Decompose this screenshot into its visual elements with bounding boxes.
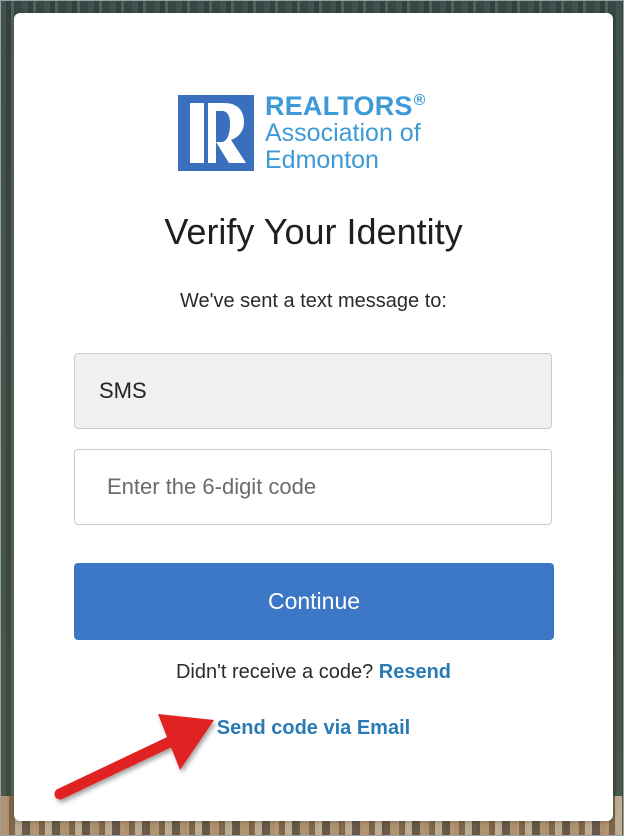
page-subtitle: We've sent a text message to: (180, 290, 447, 312)
logo-realtors-word: REALTORS (265, 91, 413, 121)
logo-text: REALTORS ® Association of Edmonton (265, 93, 426, 174)
resend-prompt: Didn't receive a code? (175, 661, 374, 683)
logo-line-realtors: REALTORS ® (265, 93, 426, 120)
logo-line-edmonton: Edmonton (265, 146, 379, 174)
realtors-r-logo-icon (178, 95, 254, 171)
sms-method-field: SMS (74, 353, 552, 429)
code-field-wrapper (74, 449, 552, 525)
realtors-association-logo: REALTORS ® Association of Edmonton (178, 93, 468, 174)
resend-row: Didn't receive a code? Resend (14, 661, 613, 684)
page-title: Verify Your Identity (164, 211, 463, 252)
sms-method-value: SMS (99, 378, 147, 403)
logo-line-association: Association of (265, 119, 421, 147)
continue-button[interactable]: Continue (74, 563, 554, 640)
verification-code-input[interactable] (75, 449, 551, 525)
email-link-row: Send code via Email (14, 717, 613, 740)
resend-link[interactable]: Resend (379, 661, 451, 683)
logo-registered-mark: ® (413, 92, 426, 109)
send-code-via-email-link[interactable]: Send code via Email (217, 717, 410, 739)
verification-card: REALTORS ® Association of Edmonton Verify… (14, 13, 613, 821)
